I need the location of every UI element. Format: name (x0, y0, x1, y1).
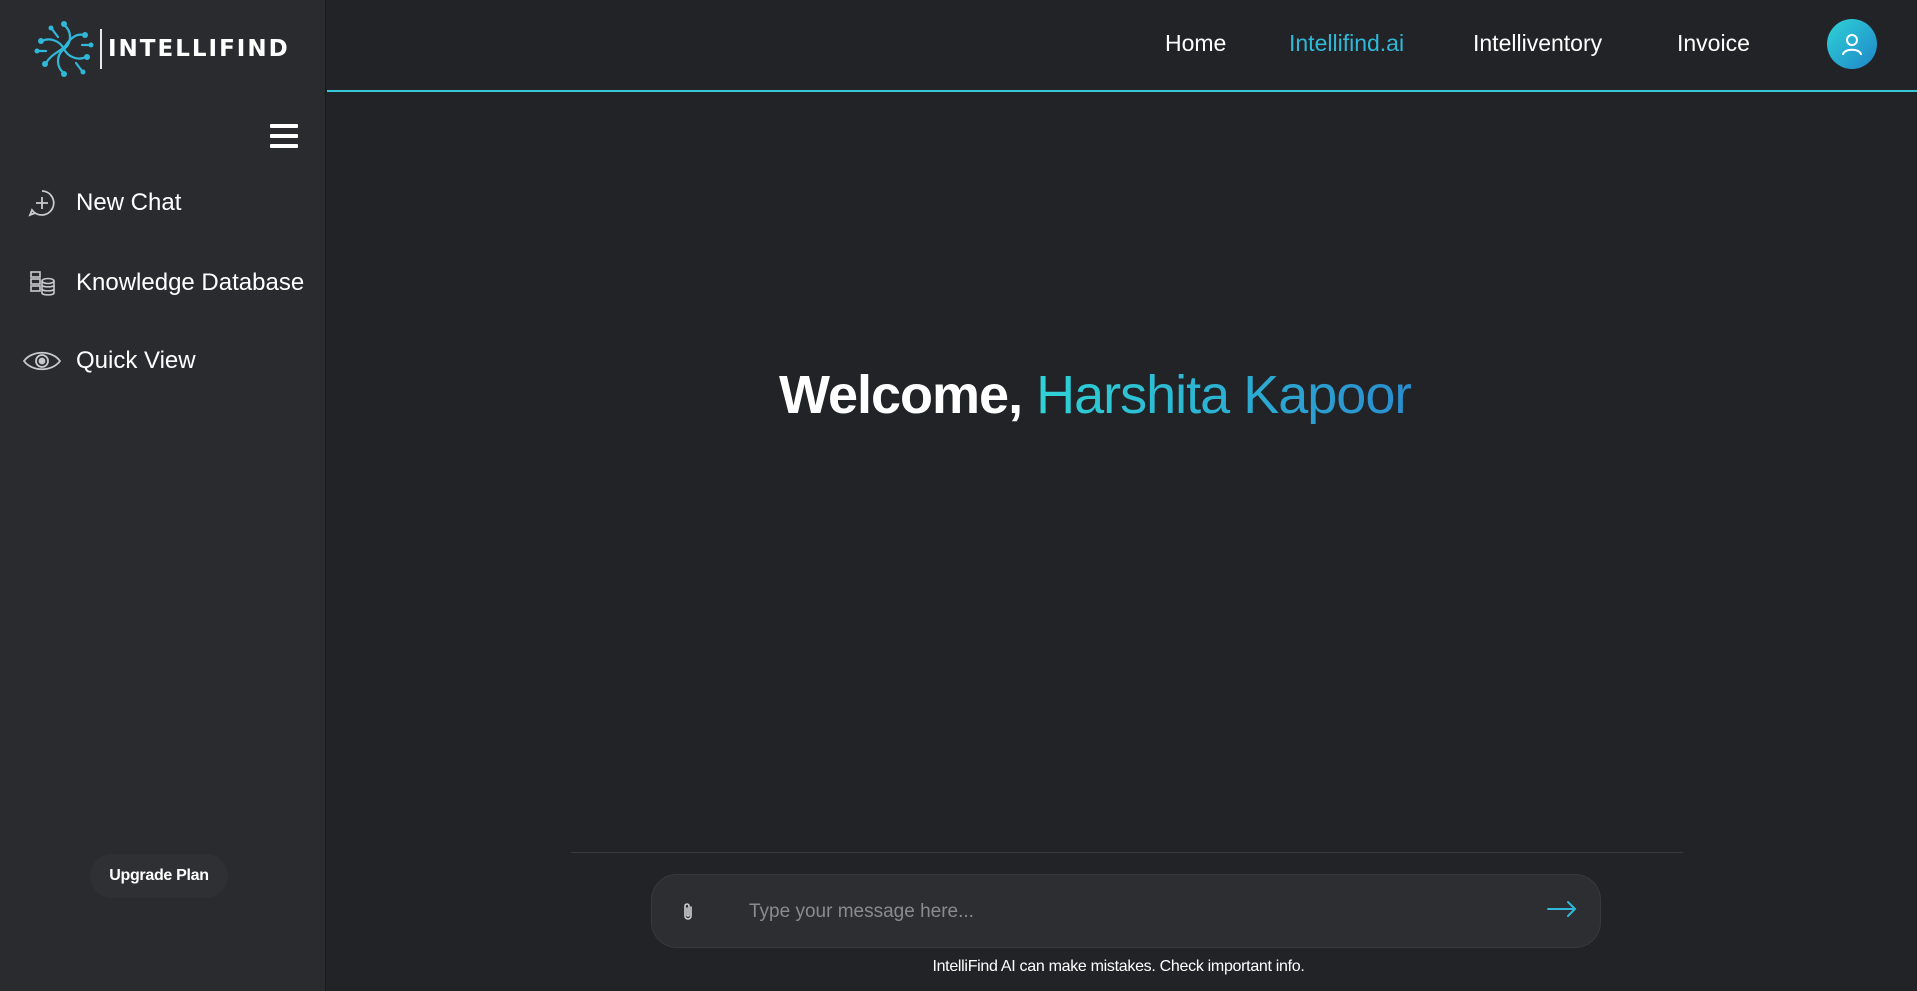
welcome-heading: Welcome, Harshita Kapoor (779, 364, 1412, 426)
welcome-prefix: Welcome, (779, 365, 1023, 425)
upgrade-plan-button[interactable]: Upgrade Plan (90, 854, 228, 898)
logo-separator (100, 29, 102, 69)
ai-disclaimer: IntelliFind AI can make mistakes. Check … (932, 958, 1305, 975)
sidebar-item-quick-view[interactable]: Quick View (20, 347, 196, 375)
user-avatar-button[interactable] (1827, 19, 1877, 69)
brand-logo[interactable]: INTELLIFIND (32, 16, 290, 82)
send-arrow-icon[interactable] (1546, 899, 1578, 924)
nav-link-home[interactable]: Home (1165, 30, 1226, 57)
nav-link-invoice[interactable]: Invoice (1677, 30, 1750, 57)
user-name: Harshita Kapoor (1036, 365, 1412, 425)
nav-link-intellifind-ai[interactable]: Intellifind.ai (1289, 30, 1404, 57)
chat-divider (571, 852, 1683, 853)
plus-circle-icon (20, 188, 64, 218)
circuit-logo-icon (34, 21, 94, 77)
sidebar: INTELLIFIND New Chat Knowledge Database (0, 0, 326, 991)
user-icon (1842, 34, 1862, 56)
sidebar-item-label: Knowledge Database (76, 269, 305, 296)
nav-link-intelliventory[interactable]: Intelliventory (1473, 30, 1602, 57)
sidebar-item-knowledge-database[interactable]: Knowledge Database (20, 268, 304, 298)
menu-toggle-button[interactable] (270, 124, 298, 148)
sidebar-item-label: Quick View (76, 347, 196, 374)
chat-composer (651, 874, 1601, 948)
hamburger-line (270, 144, 298, 148)
sidebar-item-label: New Chat (76, 189, 182, 216)
sidebar-item-new-chat[interactable]: New Chat (20, 188, 181, 218)
hamburger-line (270, 134, 298, 138)
hamburger-line (270, 124, 298, 128)
brand-name: INTELLIFIND (108, 36, 290, 62)
chat-message-input[interactable] (747, 891, 1491, 933)
database-icon (20, 268, 64, 298)
attach-paperclip-icon[interactable] (680, 901, 696, 928)
eye-icon (20, 348, 64, 374)
